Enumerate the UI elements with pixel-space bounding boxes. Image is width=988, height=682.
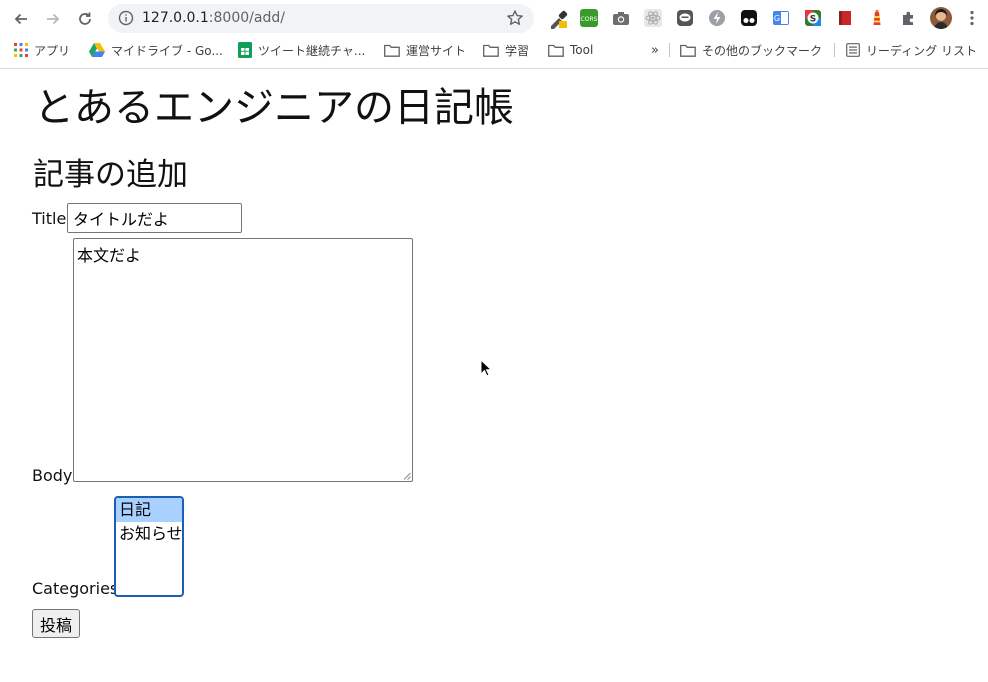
forward-button[interactable] [40,6,66,32]
arrow-left-icon [14,13,27,25]
lightning-extension-icon[interactable] [708,9,726,27]
svg-text:G: G [774,14,780,23]
reading-list-button[interactable]: リーディング リスト [846,41,977,59]
bookmark-google-drive[interactable]: マイドライブ - Go... [89,41,223,59]
url-host: 127.0.0.1 [142,10,209,26]
body-label: Body [32,466,73,485]
google-sheets-icon [238,42,252,58]
google-translate-extension-icon[interactable]: G [772,9,790,27]
bookmark-folder-operations[interactable]: 運営サイト [384,41,466,59]
title-input[interactable] [67,203,242,233]
bookmarks-bar: アプリ マイドライブ - Go... ツイート継続チャ... 運営サイト 学習 … [0,37,988,65]
svg-text:S: S [810,15,816,25]
folder-icon [548,44,564,57]
mouse-cursor-icon [480,359,492,377]
bookmark-folder-study[interactable]: 学習 [483,41,529,59]
eyedropper-extension-icon[interactable] [548,9,568,29]
extensions-puzzle-icon[interactable] [900,9,918,27]
body-textarea[interactable]: 本文だよ [73,238,413,482]
bookmark-label: ツイート継続チャ... [258,43,366,58]
reload-button[interactable] [72,6,98,32]
bookmark-tweet-sheet[interactable]: ツイート継続チャ... [238,41,365,59]
bookmark-label: マイドライブ - Go... [111,43,223,58]
other-bookmarks-folder[interactable]: その他のブックマーク [680,41,822,59]
bookmark-label: 学習 [505,43,530,58]
cors-extension-icon[interactable]: CORS [580,9,598,27]
line-extension-icon[interactable] [676,9,694,27]
address-bar[interactable]: 127.0.0.1:8000/add/ [108,4,534,33]
resize-grip-icon[interactable] [403,472,411,480]
submit-button[interactable]: 投稿 [32,609,80,638]
apps-grid-icon [14,43,28,57]
category-option[interactable]: お知らせ [116,522,182,546]
category-option[interactable]: 日記 [116,498,182,522]
title-label: Title [32,209,67,228]
browser-chrome: 127.0.0.1:8000/add/ CORS G S アプリ マイドライブ … [0,0,988,69]
camera-extension-icon[interactable] [612,9,630,27]
reading-list-icon [846,43,860,57]
bookmarks-overflow-button[interactable]: » [651,41,659,59]
bookmarks-divider [669,43,670,57]
profile-avatar[interactable] [930,7,952,29]
folder-icon [680,44,696,57]
page-content: とあるエンジニアの日記帳 記事の追加 Title Body 本文だよ Categ… [0,70,988,682]
info-icon[interactable] [118,10,134,26]
site-title: とあるエンジニアの日記帳 [34,85,514,131]
reload-icon [79,12,91,25]
browser-toolbar: 127.0.0.1:8000/add/ CORS G S [0,0,988,36]
bookmark-label: Tool [570,43,594,57]
reading-list-label: リーディング リスト [866,43,977,58]
google-drive-icon [89,43,105,57]
bookmark-folder-tool[interactable]: Tool [548,41,593,59]
categories-select[interactable]: 日記 お知らせ [114,496,184,597]
browser-menu-icon[interactable] [963,9,981,27]
back-button[interactable] [8,6,34,32]
overflow-chevron-icon: » [651,42,659,58]
s-extension-icon[interactable]: S [804,9,822,27]
bookmarks-divider [834,43,835,57]
bookmark-label: 運営サイト [406,43,467,58]
folder-icon [483,44,499,57]
svg-text:CORS: CORS [581,16,598,23]
arrow-right-icon [47,13,60,25]
book-extension-icon[interactable] [836,9,854,27]
section-title: 記事の追加 [33,157,188,193]
bookmark-label: アプリ [34,43,71,58]
lighthouse-extension-icon[interactable] [868,9,886,27]
url-path: :8000/add/ [208,10,285,26]
folder-icon [384,44,400,57]
tampermonkey-extension-icon[interactable] [740,9,758,27]
react-devtools-extension-icon[interactable] [644,9,662,27]
categories-label: Categories [32,579,119,598]
other-bookmarks-label: その他のブックマーク [702,43,823,58]
bookmark-star-icon[interactable] [506,9,524,27]
bookmark-apps[interactable]: アプリ [14,41,70,59]
url-text: 127.0.0.1:8000/add/ [142,10,285,26]
